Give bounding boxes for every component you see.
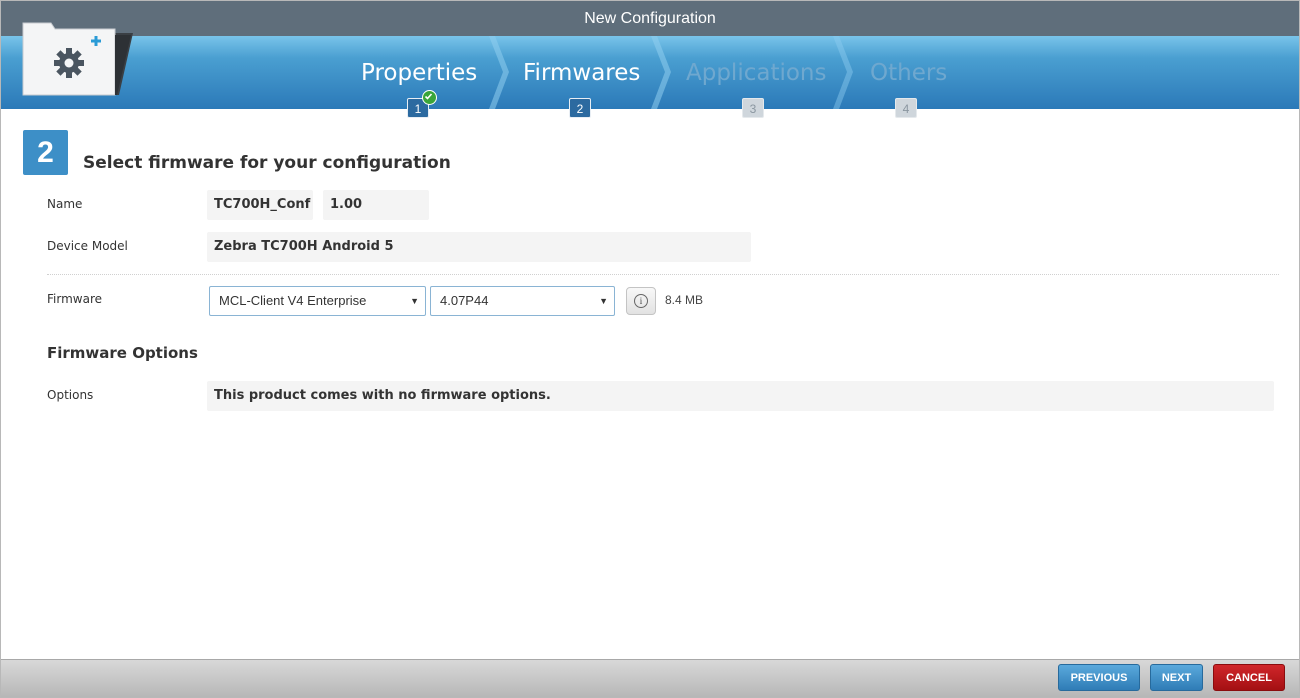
- firmware-version-select[interactable]: 4.07P44 ▼: [430, 286, 615, 316]
- current-step-number: 2: [23, 130, 68, 175]
- firmware-size: 8.4 MB: [665, 293, 704, 307]
- firmware-label: Firmware: [47, 292, 102, 306]
- chevron-down-icon: ▼: [599, 296, 608, 306]
- firmware-info-button[interactable]: i: [626, 287, 656, 315]
- options-label: Options: [47, 388, 94, 402]
- options-field: This product comes with no firmware opti…: [207, 381, 1274, 411]
- step-complete-check-icon: [422, 90, 437, 105]
- step-separator: [651, 36, 671, 109]
- page-title: Select firmware for your configuration: [83, 153, 451, 173]
- chevron-down-icon: ▼: [410, 296, 419, 306]
- previous-button[interactable]: PREVIOUS: [1058, 664, 1140, 691]
- wizard-steps-bar: Properties Firmwares Applications Others: [1, 36, 1299, 109]
- name-label: Name: [47, 197, 83, 211]
- cancel-button[interactable]: CANCEL: [1213, 664, 1285, 691]
- folder-gear-plus-icon: [22, 22, 133, 96]
- step-firmwares-label[interactable]: Firmwares: [523, 60, 640, 86]
- dialog-title: New Configuration: [1, 1, 1299, 36]
- step-separator: [489, 36, 509, 109]
- step-separator: [833, 36, 853, 109]
- section-divider: [47, 274, 1279, 275]
- device-model-field: Zebra TC700H Android 5: [207, 232, 751, 262]
- info-icon: i: [634, 294, 648, 308]
- next-button[interactable]: NEXT: [1150, 664, 1203, 691]
- firmware-select[interactable]: MCL-Client V4 Enterprise ▼: [209, 286, 426, 316]
- firmware-select-value: MCL-Client V4 Enterprise: [219, 293, 367, 308]
- step-3-badge: 3: [742, 98, 764, 118]
- firmware-options-heading: Firmware Options: [47, 344, 198, 362]
- step-properties-label[interactable]: Properties: [361, 60, 477, 86]
- step-4-badge: 4: [895, 98, 917, 118]
- device-model-label: Device Model: [47, 239, 128, 253]
- version-field: 1.00: [323, 190, 429, 220]
- name-field: TC700H_Conf: [207, 190, 313, 220]
- firmware-version-select-value: 4.07P44: [440, 293, 489, 308]
- step-others-label: Others: [870, 60, 948, 86]
- new-configuration-dialog: New Configuration Properties Firmwares A…: [0, 0, 1300, 698]
- step-applications-label: Applications: [686, 60, 827, 86]
- step-2-badge: 2: [569, 98, 591, 118]
